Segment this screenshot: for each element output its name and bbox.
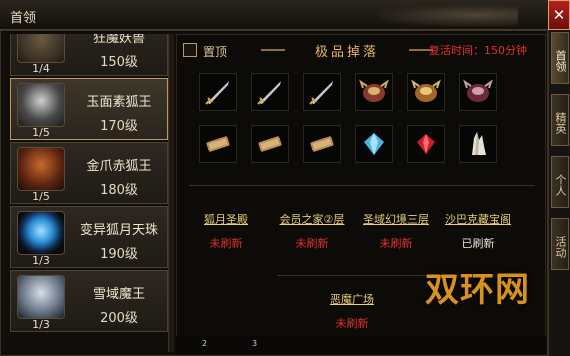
boss-count: 1/4	[32, 62, 50, 75]
sword-icon[interactable]	[199, 73, 237, 111]
bottom-strip	[176, 336, 546, 354]
divider-small	[277, 275, 447, 276]
boss-name: 变异狐月天珠	[79, 223, 158, 238]
boss-item-selected[interactable]: 1/5 玉面素狐王 170级	[10, 78, 168, 140]
drop-title-text: 极品掉落	[314, 45, 379, 60]
boss-count: 1/3	[32, 254, 50, 267]
boss-level: 190级	[100, 247, 138, 262]
location-status: 未刷新	[335, 317, 369, 330]
dragon-ornament	[378, 4, 518, 26]
scroll-icon[interactable]	[199, 125, 237, 163]
boss-list-scrollbar[interactable]	[168, 34, 174, 352]
location-status: 未刷新	[209, 237, 243, 250]
location-item[interactable]: 会员之家②层 未刷新	[269, 211, 355, 251]
divider	[189, 185, 535, 186]
pin-checkbox[interactable]: 置顶	[183, 41, 247, 59]
window-title: 首领	[10, 11, 37, 26]
boss-item[interactable]: 1/4 狂魔妖兽 150级	[10, 34, 168, 76]
bottom-number: 3	[252, 339, 258, 348]
boss-name: 雪域魔王	[92, 287, 145, 302]
location-status: 已刷新	[461, 237, 495, 250]
location-name[interactable]: 沙巴克藏宝阁	[435, 211, 521, 227]
boss-count: 1/5	[32, 190, 50, 203]
sword-icon[interactable]	[303, 73, 341, 111]
tab-boss[interactable]: 首领	[551, 32, 569, 84]
boss-portrait	[17, 147, 65, 191]
respawn-time: 复活时间：150分钟	[429, 44, 527, 57]
boss-portrait	[17, 34, 65, 63]
boss-level: 200级	[100, 311, 138, 326]
tab-elite[interactable]: 精英	[551, 94, 569, 146]
scroll-icon[interactable]	[251, 125, 289, 163]
helmet-icon[interactable]	[407, 73, 445, 111]
location-item[interactable]: 恶魔广场 未刷新	[309, 291, 395, 331]
location-item[interactable]: 狐月圣殿 未刷新	[183, 211, 269, 251]
side-tabs: 首领 精英 个人 活动	[548, 30, 570, 356]
helmet-icon[interactable]	[355, 73, 393, 111]
location-status: 未刷新	[379, 237, 413, 250]
title-deco-left	[261, 49, 285, 51]
location-name[interactable]: 狐月圣殿	[183, 211, 269, 227]
drop-title: 极品掉落	[261, 41, 433, 60]
boss-name: 金爪赤狐王	[86, 159, 152, 174]
boss-list[interactable]: 1/4 狂魔妖兽 150级 1/5 玉面素狐王 170级 1/5 金爪赤狐王 1…	[10, 34, 168, 352]
crystal-icon[interactable]	[459, 125, 497, 163]
helmet-icon[interactable]	[459, 73, 497, 111]
boss-item[interactable]: 1/3 雪域魔王 200级	[10, 270, 168, 332]
location-status: 未刷新	[295, 237, 329, 250]
boss-name: 狂魔妖兽	[92, 34, 145, 46]
boss-portrait	[17, 211, 65, 255]
boss-item[interactable]: 1/5 金爪赤狐王 180级	[10, 142, 168, 204]
title-bar: 首领	[0, 0, 548, 30]
bottom-number: 2	[202, 339, 208, 348]
boss-portrait	[17, 83, 65, 127]
boss-count: 1/3	[32, 318, 50, 331]
close-button[interactable]: ✕	[548, 0, 570, 30]
boss-name: 玉面素狐王	[86, 95, 152, 110]
pin-label: 置顶	[203, 45, 228, 59]
location-item[interactable]: 圣域幻境三层 未刷新	[353, 211, 439, 251]
pin-checkbox-box[interactable]	[183, 43, 197, 57]
tab-event[interactable]: 活动	[551, 218, 569, 270]
location-item[interactable]: 沙巴克藏宝阁 已刷新	[435, 211, 521, 251]
location-name[interactable]: 会员之家②层	[269, 211, 355, 227]
tab-personal[interactable]: 个人	[551, 156, 569, 208]
blue-gem-icon[interactable]	[355, 125, 393, 163]
boss-item[interactable]: 1/3 变异狐月天珠 190级	[10, 206, 168, 268]
scroll-icon[interactable]	[303, 125, 341, 163]
location-name[interactable]: 圣域幻境三层	[353, 211, 439, 227]
sword-icon[interactable]	[251, 73, 289, 111]
location-name[interactable]: 恶魔广场	[309, 291, 395, 307]
site-watermark: 双环网	[425, 270, 530, 310]
boss-portrait	[17, 275, 65, 319]
red-gem-icon[interactable]	[407, 125, 445, 163]
boss-level: 180级	[100, 183, 138, 198]
boss-level: 150级	[100, 55, 138, 70]
boss-count: 1/5	[32, 126, 50, 139]
boss-level: 170级	[100, 119, 138, 134]
